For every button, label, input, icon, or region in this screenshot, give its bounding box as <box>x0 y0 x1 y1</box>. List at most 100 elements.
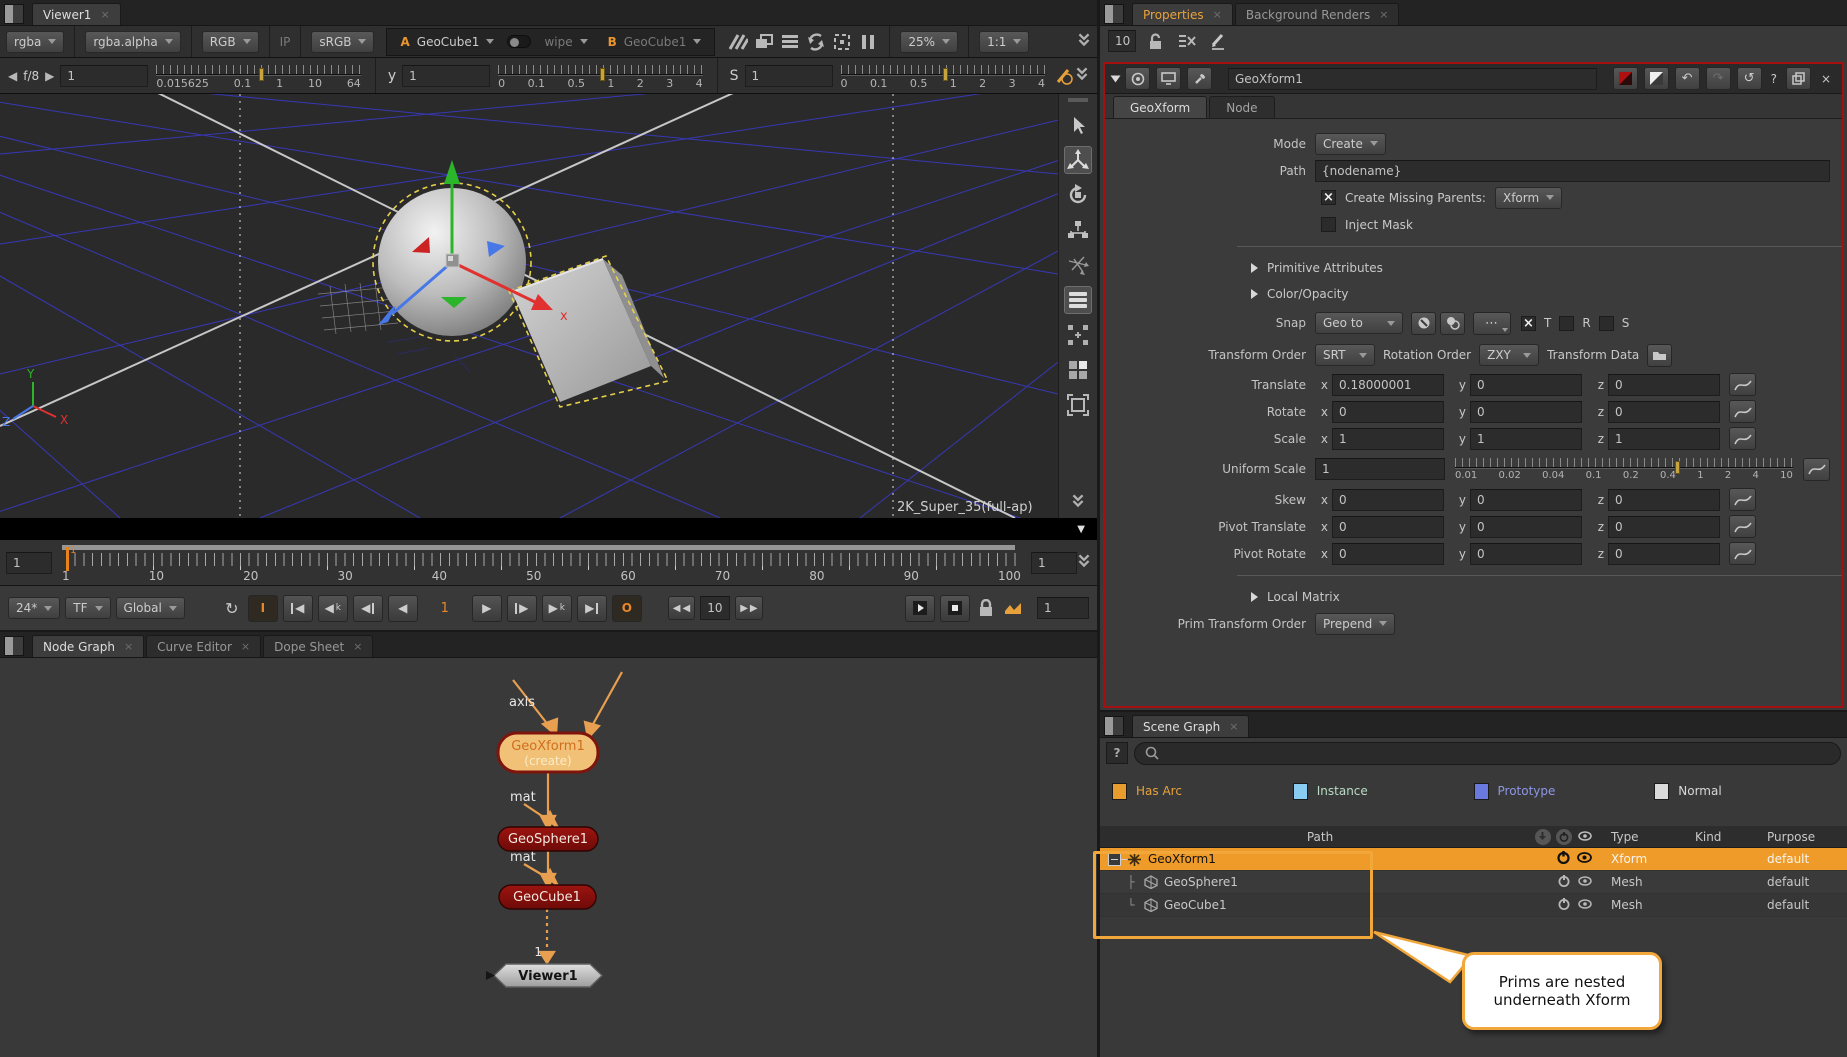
node-viewer1[interactable]: Viewer1 <box>486 964 602 987</box>
timeline-filter-dropdown[interactable]: TF <box>65 597 110 619</box>
translate-x-input[interactable]: 0.18000001 <box>1332 374 1444 396</box>
visibility-toggle-icon[interactable] <box>1577 852 1592 866</box>
gain-next-icon[interactable]: ▶ <box>45 69 54 83</box>
tab-properties[interactable]: Properties× <box>1132 3 1233 25</box>
local-matrix-section[interactable]: Local Matrix <box>1105 585 1842 609</box>
scenegraph-help-button[interactable]: ? <box>1106 742 1128 764</box>
toolcol-handle[interactable] <box>1068 98 1088 102</box>
step-back-button[interactable]: ◀ <box>353 595 383 622</box>
set-in-button[interactable]: I <box>248 595 278 622</box>
goto-end-button[interactable]: ▶ <box>577 595 607 622</box>
prev-keyframe-button[interactable]: ◀k <box>318 595 348 622</box>
wipe-toggle[interactable] <box>507 35 531 48</box>
saturation-slider[interactable]: 00.10.51234 <box>841 60 1045 92</box>
pane-grip[interactable] <box>1104 716 1124 736</box>
column-type[interactable]: Type <box>1595 830 1695 844</box>
format-dropdown-icon[interactable]: ▼ <box>1077 524 1085 535</box>
pane-grip[interactable] <box>4 636 24 656</box>
goto-start-button[interactable]: ◀ <box>283 595 313 622</box>
translate-y-input[interactable]: 0 <box>1470 374 1582 396</box>
zoom-level-dropdown[interactable]: 25% <box>900 31 958 53</box>
translate-z-input[interactable]: 0 <box>1608 374 1720 396</box>
uniform-scale-slider[interactable]: 0.010.020.040.10.20.412410 <box>1455 453 1793 485</box>
redo-button[interactable]: ↷ <box>1706 67 1731 90</box>
roi-icon[interactable] <box>831 31 853 53</box>
snap-geo-rotate-button[interactable] <box>1440 312 1465 335</box>
column-path[interactable]: Path <box>1100 830 1532 844</box>
close-icon[interactable]: × <box>1213 8 1222 21</box>
viewport-3d[interactable]: x Y X Z 2K_Super_35(full-ap) <box>0 94 1058 518</box>
monitor-output-button[interactable] <box>1156 67 1181 90</box>
tab-dope-sheet[interactable]: Dope Sheet× <box>263 635 373 657</box>
timeline-zoom-bar[interactable] <box>62 545 1015 550</box>
input-b-dropdown[interactable]: BGeoCube1 <box>601 31 709 53</box>
saturation-input[interactable]: 1 <box>745 65 833 87</box>
set-out-button[interactable]: O <box>612 595 642 622</box>
revert-button[interactable]: ↺ <box>1737 67 1762 90</box>
activation-column-icon[interactable] <box>1556 829 1572 845</box>
visibility-toggle-icon[interactable] <box>1578 898 1592 912</box>
select-tool[interactable] <box>1064 111 1092 139</box>
visibility-toggle-icon[interactable] <box>1578 875 1592 889</box>
uniform-scale-handle[interactable] <box>1675 461 1680 474</box>
flipbook-icon[interactable] <box>1002 597 1024 619</box>
range-end-input[interactable]: 1 <box>1037 597 1089 619</box>
gain-prev-icon[interactable]: ◀ <box>8 69 17 83</box>
primitive-attributes-section[interactable]: Primitive Attributes <box>1105 256 1842 280</box>
tab-scene-graph[interactable]: Scene Graph× <box>1132 715 1249 737</box>
node-name-input[interactable]: GeoXform1 <box>1228 68 1597 90</box>
skew-tool[interactable] <box>1064 251 1092 279</box>
scale-z-input[interactable]: 1 <box>1608 428 1720 450</box>
frame-range-dropdown[interactable]: Global <box>116 597 185 619</box>
scale-animation-button[interactable] <box>1729 427 1756 450</box>
jump-back-button[interactable]: ◀◀ <box>668 596 695 620</box>
edit-pencil-icon[interactable] <box>1207 30 1229 52</box>
activation-toggle-icon[interactable] <box>1558 875 1570 890</box>
help-button[interactable]: ? <box>1771 72 1777 86</box>
scale-tool[interactable] <box>1064 216 1092 244</box>
parent-type-dropdown[interactable]: Xform <box>1495 187 1562 209</box>
settings-wrench-button[interactable] <box>1187 67 1212 90</box>
rotate-z-input[interactable]: 0 <box>1608 401 1720 423</box>
close-icon[interactable]: × <box>100 8 109 21</box>
uniform-scale-input[interactable]: 1 <box>1315 458 1445 480</box>
layout-grid-tool[interactable] <box>1064 321 1092 349</box>
skew-animation-button[interactable] <box>1729 488 1756 511</box>
path-input[interactable]: {nodename} <box>1315 160 1830 182</box>
float-panel-button[interactable] <box>1786 67 1811 90</box>
frame-input-left[interactable]: 1 <box>6 552 52 574</box>
pivot-translate-animation-button[interactable] <box>1729 515 1756 538</box>
frame-input-right[interactable]: 1 <box>1031 552 1077 574</box>
close-icon[interactable]: × <box>1379 8 1388 21</box>
loop-mode-icon[interactable]: ↻ <box>221 597 243 619</box>
center-node-button[interactable] <box>1125 67 1150 90</box>
input-a-dropdown[interactable]: AGeoCube1 <box>393 31 501 53</box>
tab-background-renders[interactable]: Background Renders× <box>1235 3 1400 25</box>
pause-icon[interactable] <box>857 31 879 53</box>
fps-dropdown[interactable]: 24* <box>8 597 60 619</box>
skew-x-input[interactable]: 0 <box>1332 489 1444 511</box>
next-keyframe-button[interactable]: ▶k <box>542 595 572 622</box>
skew-z-input[interactable]: 0 <box>1608 489 1720 511</box>
snap-r-checkbox[interactable] <box>1559 316 1574 331</box>
input-process-toggle[interactable]: IP <box>280 35 291 49</box>
mode-dropdown[interactable]: Create <box>1315 133 1386 155</box>
pivot-translate-y-input[interactable]: 0 <box>1470 516 1582 538</box>
snap-dropdown[interactable]: Geo to <box>1315 312 1403 334</box>
rotate-y-input[interactable]: 0 <box>1470 401 1582 423</box>
translate-tool[interactable] <box>1064 146 1092 174</box>
jump-forward-button[interactable]: ▶▶ <box>735 596 762 620</box>
scenegraph-row-geoxform1[interactable]: GeoXform1 Xform default <box>1100 848 1847 871</box>
playhead[interactable] <box>66 547 69 571</box>
max-panels-input[interactable]: 10 <box>1108 30 1136 52</box>
timeline-collapse[interactable] <box>1077 553 1091 572</box>
layout-bars-tool[interactable] <box>1064 286 1092 314</box>
play-backward-button[interactable]: ◀ <box>388 595 418 622</box>
node-geoxform1[interactable]: GeoXform1 (create) <box>498 733 598 772</box>
column-kind[interactable]: Kind <box>1695 830 1767 844</box>
wipe-stripes-icon[interactable] <box>727 31 749 53</box>
load-state-icon[interactable] <box>1535 829 1551 845</box>
close-icon[interactable]: × <box>124 640 133 653</box>
toolbar-collapse[interactable] <box>1077 32 1091 51</box>
tab-geoxform[interactable]: GeoXform <box>1113 96 1207 118</box>
